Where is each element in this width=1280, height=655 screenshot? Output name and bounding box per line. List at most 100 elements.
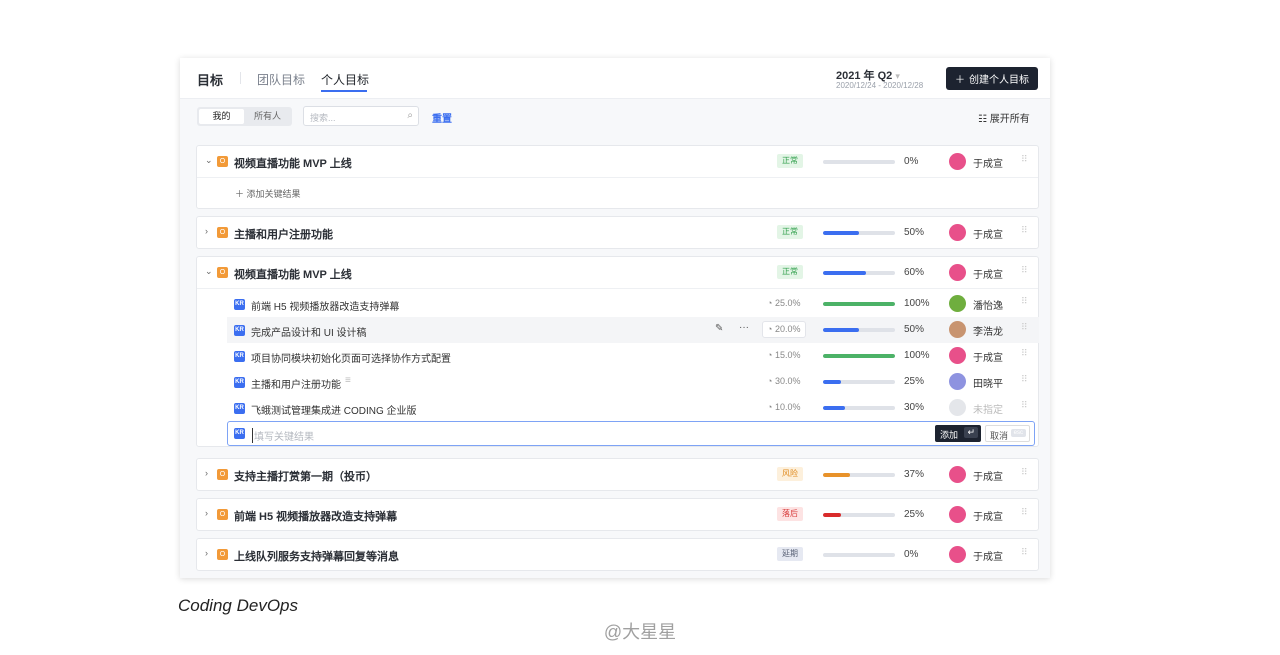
objective-row[interactable]: ⌄ O 视频直播功能 MVP 上线 正常 0% 于成宣 ⠿ <box>197 146 1038 178</box>
owner-name[interactable]: 于成宣 <box>973 155 1003 170</box>
owner-name[interactable]: 于成宣 <box>973 548 1003 563</box>
page-title: 目标 <box>197 73 224 88</box>
avatar[interactable] <box>949 224 966 241</box>
progress-percent: 25% <box>904 376 925 387</box>
chevron-right-icon[interactable]: › <box>205 226 208 236</box>
key-result-row[interactable]: KR 主播和用户注册功能 ≡ ◔ 30.0% 25% 田晓平 ⠿ <box>227 369 1039 395</box>
drag-handle-icon[interactable]: ⠿ <box>1021 467 1028 478</box>
add-key-result-button[interactable]: ＋ 添加关键结果 <box>235 187 301 200</box>
avatar[interactable] <box>949 506 966 523</box>
drag-handle-icon[interactable]: ⠿ <box>1021 374 1028 385</box>
pie-icon: ◔ <box>767 298 775 308</box>
progress-percent: 37% <box>904 469 925 480</box>
drag-handle-icon[interactable]: ⠿ <box>1021 547 1028 558</box>
key-result-title[interactable]: 飞蛾测试管理集成进 CODING 企业版 <box>251 402 417 417</box>
chevron-right-icon[interactable]: › <box>205 468 208 478</box>
progress-bar <box>823 473 895 477</box>
drag-handle-icon[interactable]: ⠿ <box>1021 400 1028 411</box>
owner-name[interactable]: 李浩龙 <box>973 323 1003 338</box>
owner-name[interactable]: 于成宣 <box>973 468 1003 483</box>
objective-row[interactable]: › O 支持主播打赏第一期（投币） 风险 37% 于成宣 ⠿ <box>197 459 1038 491</box>
weight[interactable]: ◔ 20.0% <box>767 324 800 334</box>
progress-fill <box>823 354 895 358</box>
pie-icon: ◔ <box>767 402 775 412</box>
drag-handle-icon[interactable]: ⠿ <box>1021 225 1028 236</box>
key-result-title[interactable]: 项目协同模块初始化页面可选择协作方式配置 <box>251 350 451 365</box>
avatar[interactable] <box>949 347 966 364</box>
objective-title[interactable]: 视频直播功能 MVP 上线 <box>234 266 352 282</box>
key-result-input[interactable]: KR 填写关键结果 添加 ↵ 取消 esc <box>227 421 1035 446</box>
objective-title[interactable]: 主播和用户注册功能 <box>234 226 333 242</box>
owner-name[interactable]: 田晓平 <box>973 375 1003 390</box>
drag-handle-icon[interactable]: ⠿ <box>1021 265 1028 276</box>
drag-handle-icon[interactable]: ⠿ <box>1021 296 1028 307</box>
edit-icon[interactable]: ✎ <box>715 323 723 334</box>
pie-icon: ◔ <box>767 350 775 360</box>
weight-value: 10.0% <box>774 402 801 412</box>
owner-name[interactable]: 于成宣 <box>973 349 1003 364</box>
owner-name[interactable]: 于成宣 <box>973 508 1003 523</box>
drag-handle-icon[interactable]: ⠿ <box>1021 507 1028 518</box>
tab-team-goals[interactable]: 团队目标 <box>257 71 305 88</box>
objective-icon: O <box>217 267 228 278</box>
key-result-title[interactable]: 主播和用户注册功能 <box>251 376 341 391</box>
enter-icon: ↵ <box>964 427 978 438</box>
filter-mine[interactable]: 我的 <box>199 109 244 124</box>
avatar[interactable] <box>949 399 966 416</box>
progress-bar <box>823 231 895 235</box>
chevron-right-icon[interactable]: › <box>205 548 208 558</box>
key-result-title[interactable]: 前端 H5 视频播放器改造支持弹幕 <box>251 298 399 313</box>
divider <box>240 72 241 84</box>
more-icon[interactable]: ··· <box>739 322 749 333</box>
pie-icon: ◔ <box>767 324 775 334</box>
owner-name[interactable]: 于成宣 <box>973 266 1003 281</box>
reset-button[interactable]: 重置 <box>432 110 452 125</box>
objective-card: › O 上线队列服务支持弹幕回复等消息 延期 0% 于成宣 ⠿ <box>196 538 1039 571</box>
weight: ◔ 30.0% <box>767 376 800 386</box>
avatar[interactable] <box>949 153 966 170</box>
tab-personal-goals[interactable]: 个人目标 <box>321 71 369 88</box>
owner-name[interactable]: 于成宣 <box>973 226 1003 241</box>
objective-title[interactable]: 前端 H5 视频播放器改造支持弹幕 <box>234 508 397 524</box>
avatar[interactable] <box>949 373 966 390</box>
drag-handle-icon[interactable]: ⠿ <box>1021 348 1028 359</box>
create-goal-button[interactable]: ＋ 创建个人目标 <box>946 67 1038 90</box>
avatar[interactable] <box>949 546 966 563</box>
objective-title[interactable]: 视频直播功能 MVP 上线 <box>234 155 352 171</box>
chevron-down-icon[interactable]: ⌄ <box>205 266 213 277</box>
avatar[interactable] <box>949 264 966 281</box>
objective-title[interactable]: 支持主播打赏第一期（投币） <box>234 468 377 484</box>
objective-row[interactable]: › O 上线队列服务支持弹幕回复等消息 延期 0% 于成宣 ⠿ <box>197 539 1038 571</box>
expand-all-button[interactable]: ☷ 展开所有 <box>978 110 1030 125</box>
objective-icon: O <box>217 156 228 167</box>
owner-name[interactable]: 潘怡逸 <box>973 297 1003 312</box>
key-result-row[interactable]: KR 完成产品设计和 UI 设计稿 ✎ ··· ◔ 20.0% 50% 李浩龙 ⠿ <box>227 317 1039 343</box>
drag-handle-icon[interactable]: ⠿ <box>1021 322 1028 333</box>
add-button[interactable]: 添加 ↵ <box>935 425 981 442</box>
owner-filter: 我的 所有人 <box>197 107 292 126</box>
drag-handle-icon[interactable]: ⠿ <box>1021 154 1028 165</box>
chevron-right-icon[interactable]: › <box>205 508 208 518</box>
key-result-title[interactable]: 完成产品设计和 UI 设计稿 <box>251 324 367 339</box>
avatar[interactable] <box>949 466 966 483</box>
avatar[interactable] <box>949 295 966 312</box>
progress-percent: 0% <box>904 549 919 560</box>
progress-bar <box>823 354 895 358</box>
search-placeholder: 搜索... <box>310 113 336 123</box>
cancel-button[interactable]: 取消 esc <box>985 425 1030 442</box>
objective-row[interactable]: › O 前端 H5 视频播放器改造支持弹幕 落后 25% 于成宣 ⠿ <box>197 499 1038 531</box>
avatar[interactable] <box>949 321 966 338</box>
progress-percent: 25% <box>904 509 925 520</box>
search-input[interactable]: 搜索... ⌕ <box>303 106 419 126</box>
objective-title[interactable]: 上线队列服务支持弹幕回复等消息 <box>234 548 399 564</box>
key-result-row[interactable]: KR 飞蛾测试管理集成进 CODING 企业版 ◔ 10.0% 30% 未指定 ⠿ <box>227 395 1039 421</box>
objective-row[interactable]: › O 主播和用户注册功能 正常 50% 于成宣 ⠿ <box>197 217 1038 249</box>
weight-value: 25.0% <box>774 298 801 308</box>
key-result-row[interactable]: KR 项目协同模块初始化页面可选择协作方式配置 ◔ 15.0% 100% 于成宣 ⠿ <box>227 343 1039 369</box>
chevron-down-icon[interactable]: ⌄ <box>205 155 213 166</box>
objective-row[interactable]: ⌄ O 视频直播功能 MVP 上线 正常 60% 于成宣 ⠿ <box>197 257 1038 289</box>
owner-name[interactable]: 未指定 <box>973 401 1003 416</box>
key-result-row[interactable]: KR 前端 H5 视频播放器改造支持弹幕 ◔ 25.0% 100% 潘怡逸 ⠿ <box>227 291 1039 317</box>
progress-fill <box>823 473 850 477</box>
filter-all[interactable]: 所有人 <box>245 109 290 124</box>
